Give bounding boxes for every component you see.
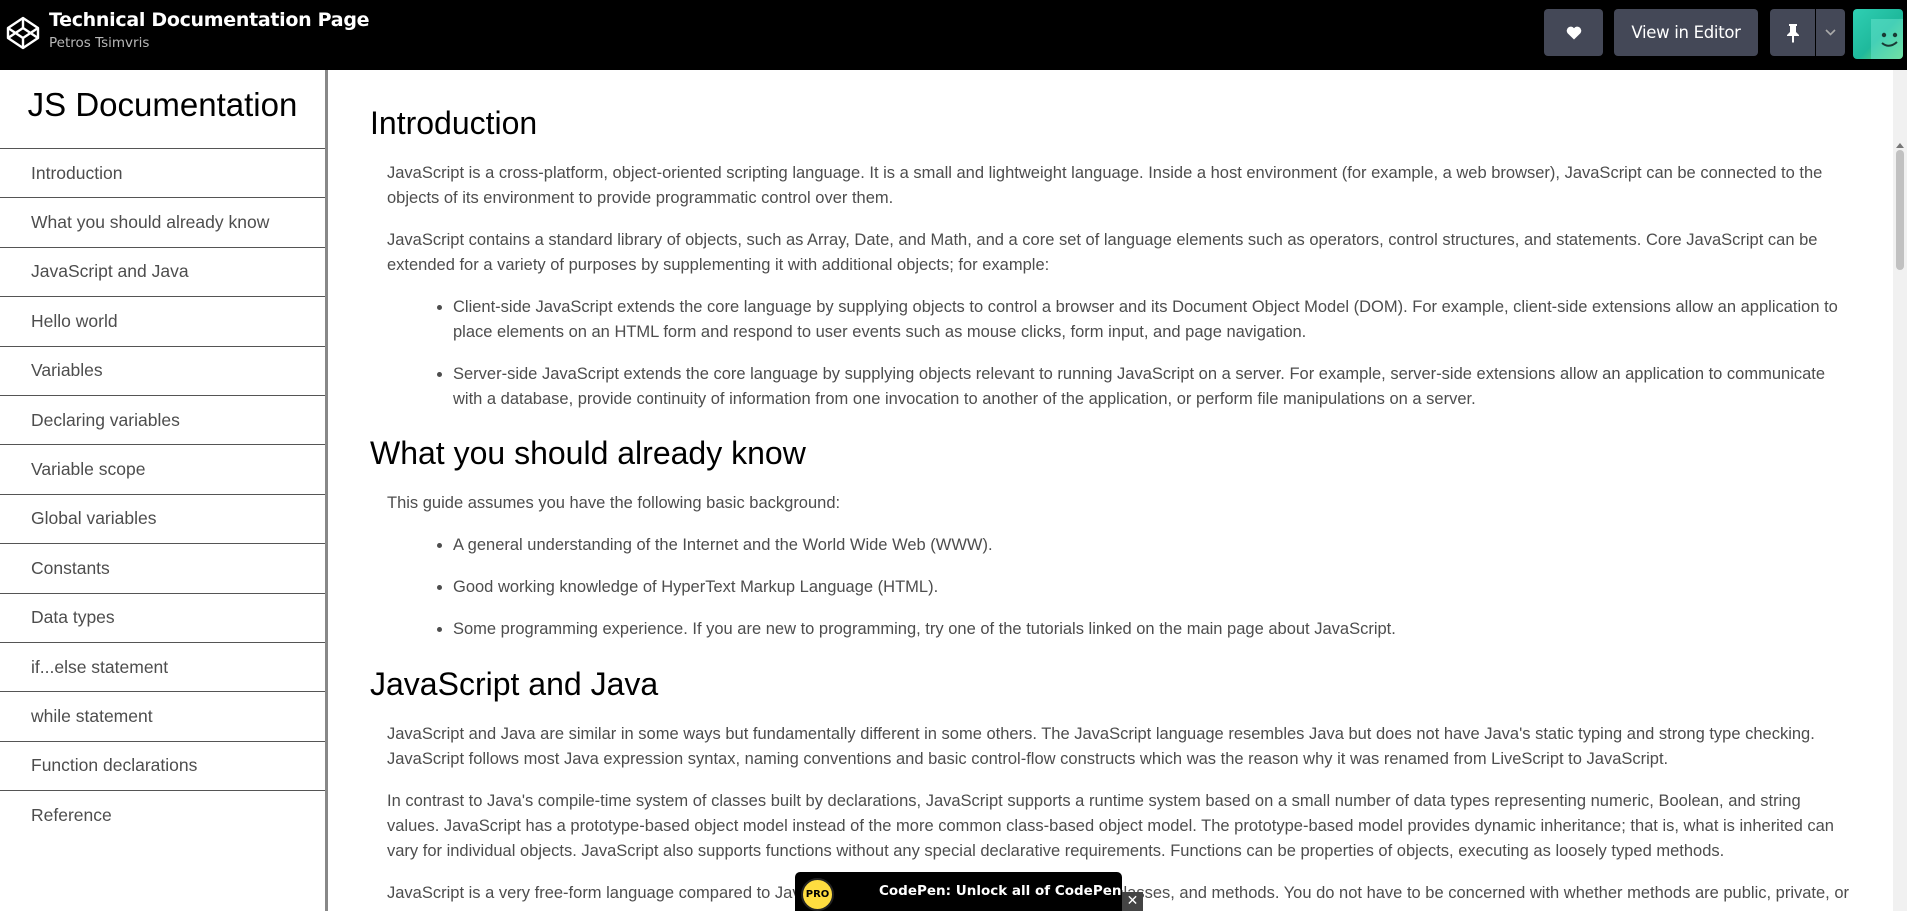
codepen-logo-icon[interactable] [5,15,41,51]
scrollbar-thumb[interactable] [1896,150,1904,270]
pin-icon [1786,23,1799,43]
paragraph: This guide assumes you have the followin… [387,493,841,512]
section-title: What you should already know [370,435,806,472]
pin-button[interactable] [1770,9,1815,56]
nav-link-if-else-statement[interactable]: if...else statement [0,643,325,693]
scroll-up-arrow-icon[interactable] [1896,143,1904,148]
bullet-list: Client-side JavaScript extends the core … [370,295,1857,412]
nav-link-function-declarations[interactable]: Function declarations [0,742,325,792]
avatar[interactable] [1853,9,1903,59]
nav-link-reference[interactable]: Reference [0,791,325,840]
pen-title-block: Technical Documentation Page Petros Tsim… [49,9,370,51]
nav-link-declaring-variables[interactable]: Declaring variables [0,396,325,446]
nav-link-constants[interactable]: Constants [0,544,325,594]
list-item: Good working knowledge of HyperText Mark… [453,575,1857,600]
main-doc: Introduction JavaScript is a cross-platf… [331,70,1893,911]
pin-dropdown-button[interactable] [1816,9,1845,56]
paragraph: JavaScript is a cross-platform, object-o… [387,164,1823,208]
paragraph: JavaScript and Java are similar in some … [387,725,1815,769]
nav-link-introduction[interactable]: Introduction [0,149,325,199]
nav-link-hello-world[interactable]: Hello world [0,297,325,347]
codepen-header: Technical Documentation Page Petros Tsim… [0,0,1907,70]
nav-link-javascript-and-java[interactable]: JavaScript and Java [0,248,325,298]
chevron-down-icon [1825,29,1836,36]
pen-author[interactable]: Petros Tsimvris [49,35,369,51]
close-icon[interactable]: ✕ [1122,892,1143,911]
main-scrollbar[interactable] [1893,70,1907,911]
list-item: A general understanding of the Internet … [453,533,1857,558]
list-item: Some programming experience. If you are … [453,617,1857,642]
nav-link-data-types[interactable]: Data types [0,594,325,643]
sidebar-title: JS Documentation [27,86,298,123]
paragraph: JavaScript contains a standard library o… [387,231,1818,275]
section-title: Introduction [370,105,538,141]
promo-text[interactable]: CodePen: Unlock all of CodePen [879,883,1122,899]
section-introduction: Introduction JavaScript is a cross-platf… [370,70,1857,412]
pro-badge: PRO [801,878,834,911]
paragraph: In contrast to Java's compile-time syste… [387,792,1834,861]
navbar: JS Documentation Introduction What you s… [0,70,328,911]
list-item: Server-side JavaScript extends the core … [453,362,1857,412]
section-title: JavaScript and Java [370,665,659,702]
pen-title[interactable]: Technical Documentation Page [49,9,370,31]
view-in-editor-button[interactable]: View in Editor [1614,9,1758,56]
heart-button[interactable] [1544,9,1603,56]
nav-link-while-statement[interactable]: while statement [0,692,325,742]
nav-link-what-you-should-already-know[interactable]: What you should already know [0,198,325,248]
nav-link-variable-scope[interactable]: Variable scope [0,445,325,495]
heart-icon [1566,26,1581,40]
nav-list: Introduction What you should already kno… [0,148,325,840]
bullet-list: A general understanding of the Internet … [370,533,1857,642]
nav-link-variables[interactable]: Variables [0,347,325,396]
codepen-pro-banner[interactable]: PRO CodePen: Unlock all of CodePen [795,872,1122,911]
section-what-you-should-already-know: What you should already know This guide … [370,434,1857,641]
list-item: Client-side JavaScript extends the core … [453,295,1857,345]
nav-link-global-variables[interactable]: Global variables [0,495,325,545]
